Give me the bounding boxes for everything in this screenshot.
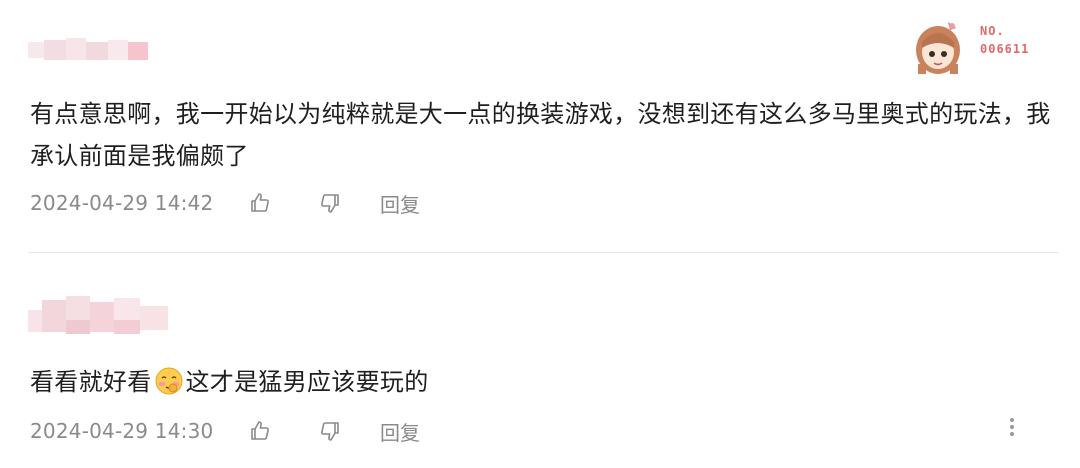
comment-item: 看看就好看 这才是猛男应该要玩的 2024-04-29 14:30 回复 xyxy=(0,254,1080,468)
thumbs-up-icon xyxy=(251,193,269,212)
badge-prefix: NO. xyxy=(980,24,1005,38)
like-button[interactable] xyxy=(246,189,274,217)
shy-face-emoji xyxy=(155,367,182,395)
comment-text-part: 看看就好看 xyxy=(30,368,152,396)
comment-divider xyxy=(28,252,1058,253)
badge-number: 006611 xyxy=(980,42,1030,56)
avatar[interactable] xyxy=(908,14,968,76)
comment-list: NO. 006611 有点意思啊，我一开始以为纯粹就是大一点的换装游戏，没想到还… xyxy=(0,0,1080,468)
user-number-badge: NO. 006611 xyxy=(980,22,1029,58)
dislike-button[interactable] xyxy=(316,189,344,217)
comment-text: 看看就好看 这才是猛男应该要玩的 xyxy=(30,361,1060,403)
username-blurred[interactable] xyxy=(28,296,168,336)
comment-time: 2024-04-29 14:30 xyxy=(30,419,214,443)
thumbs-down-icon xyxy=(321,422,339,441)
comment-meta: 2024-04-29 14:42 回复 xyxy=(30,188,420,218)
username-blurred[interactable] xyxy=(28,38,148,62)
reply-button[interactable]: 回复 xyxy=(380,417,420,446)
comment-text-part: 这才是猛男应该要玩的 xyxy=(185,368,429,396)
like-button[interactable] xyxy=(246,417,274,445)
comment-text: 有点意思啊，我一开始以为纯粹就是大一点的换装游戏，没想到还有这么多马里奥式的玩法… xyxy=(30,100,1051,170)
thumbs-down-icon xyxy=(321,194,339,213)
comment-item: NO. 006611 有点意思啊，我一开始以为纯粹就是大一点的换装游戏，没想到还… xyxy=(0,0,1080,252)
thumbs-up-icon xyxy=(251,421,269,440)
reply-button[interactable]: 回复 xyxy=(380,189,420,218)
comment-meta: 2024-04-29 14:30 回复 xyxy=(30,416,420,446)
more-vertical-icon[interactable] xyxy=(1004,412,1020,442)
dislike-button[interactable] xyxy=(316,417,344,445)
comment-time: 2024-04-29 14:42 xyxy=(30,191,214,215)
